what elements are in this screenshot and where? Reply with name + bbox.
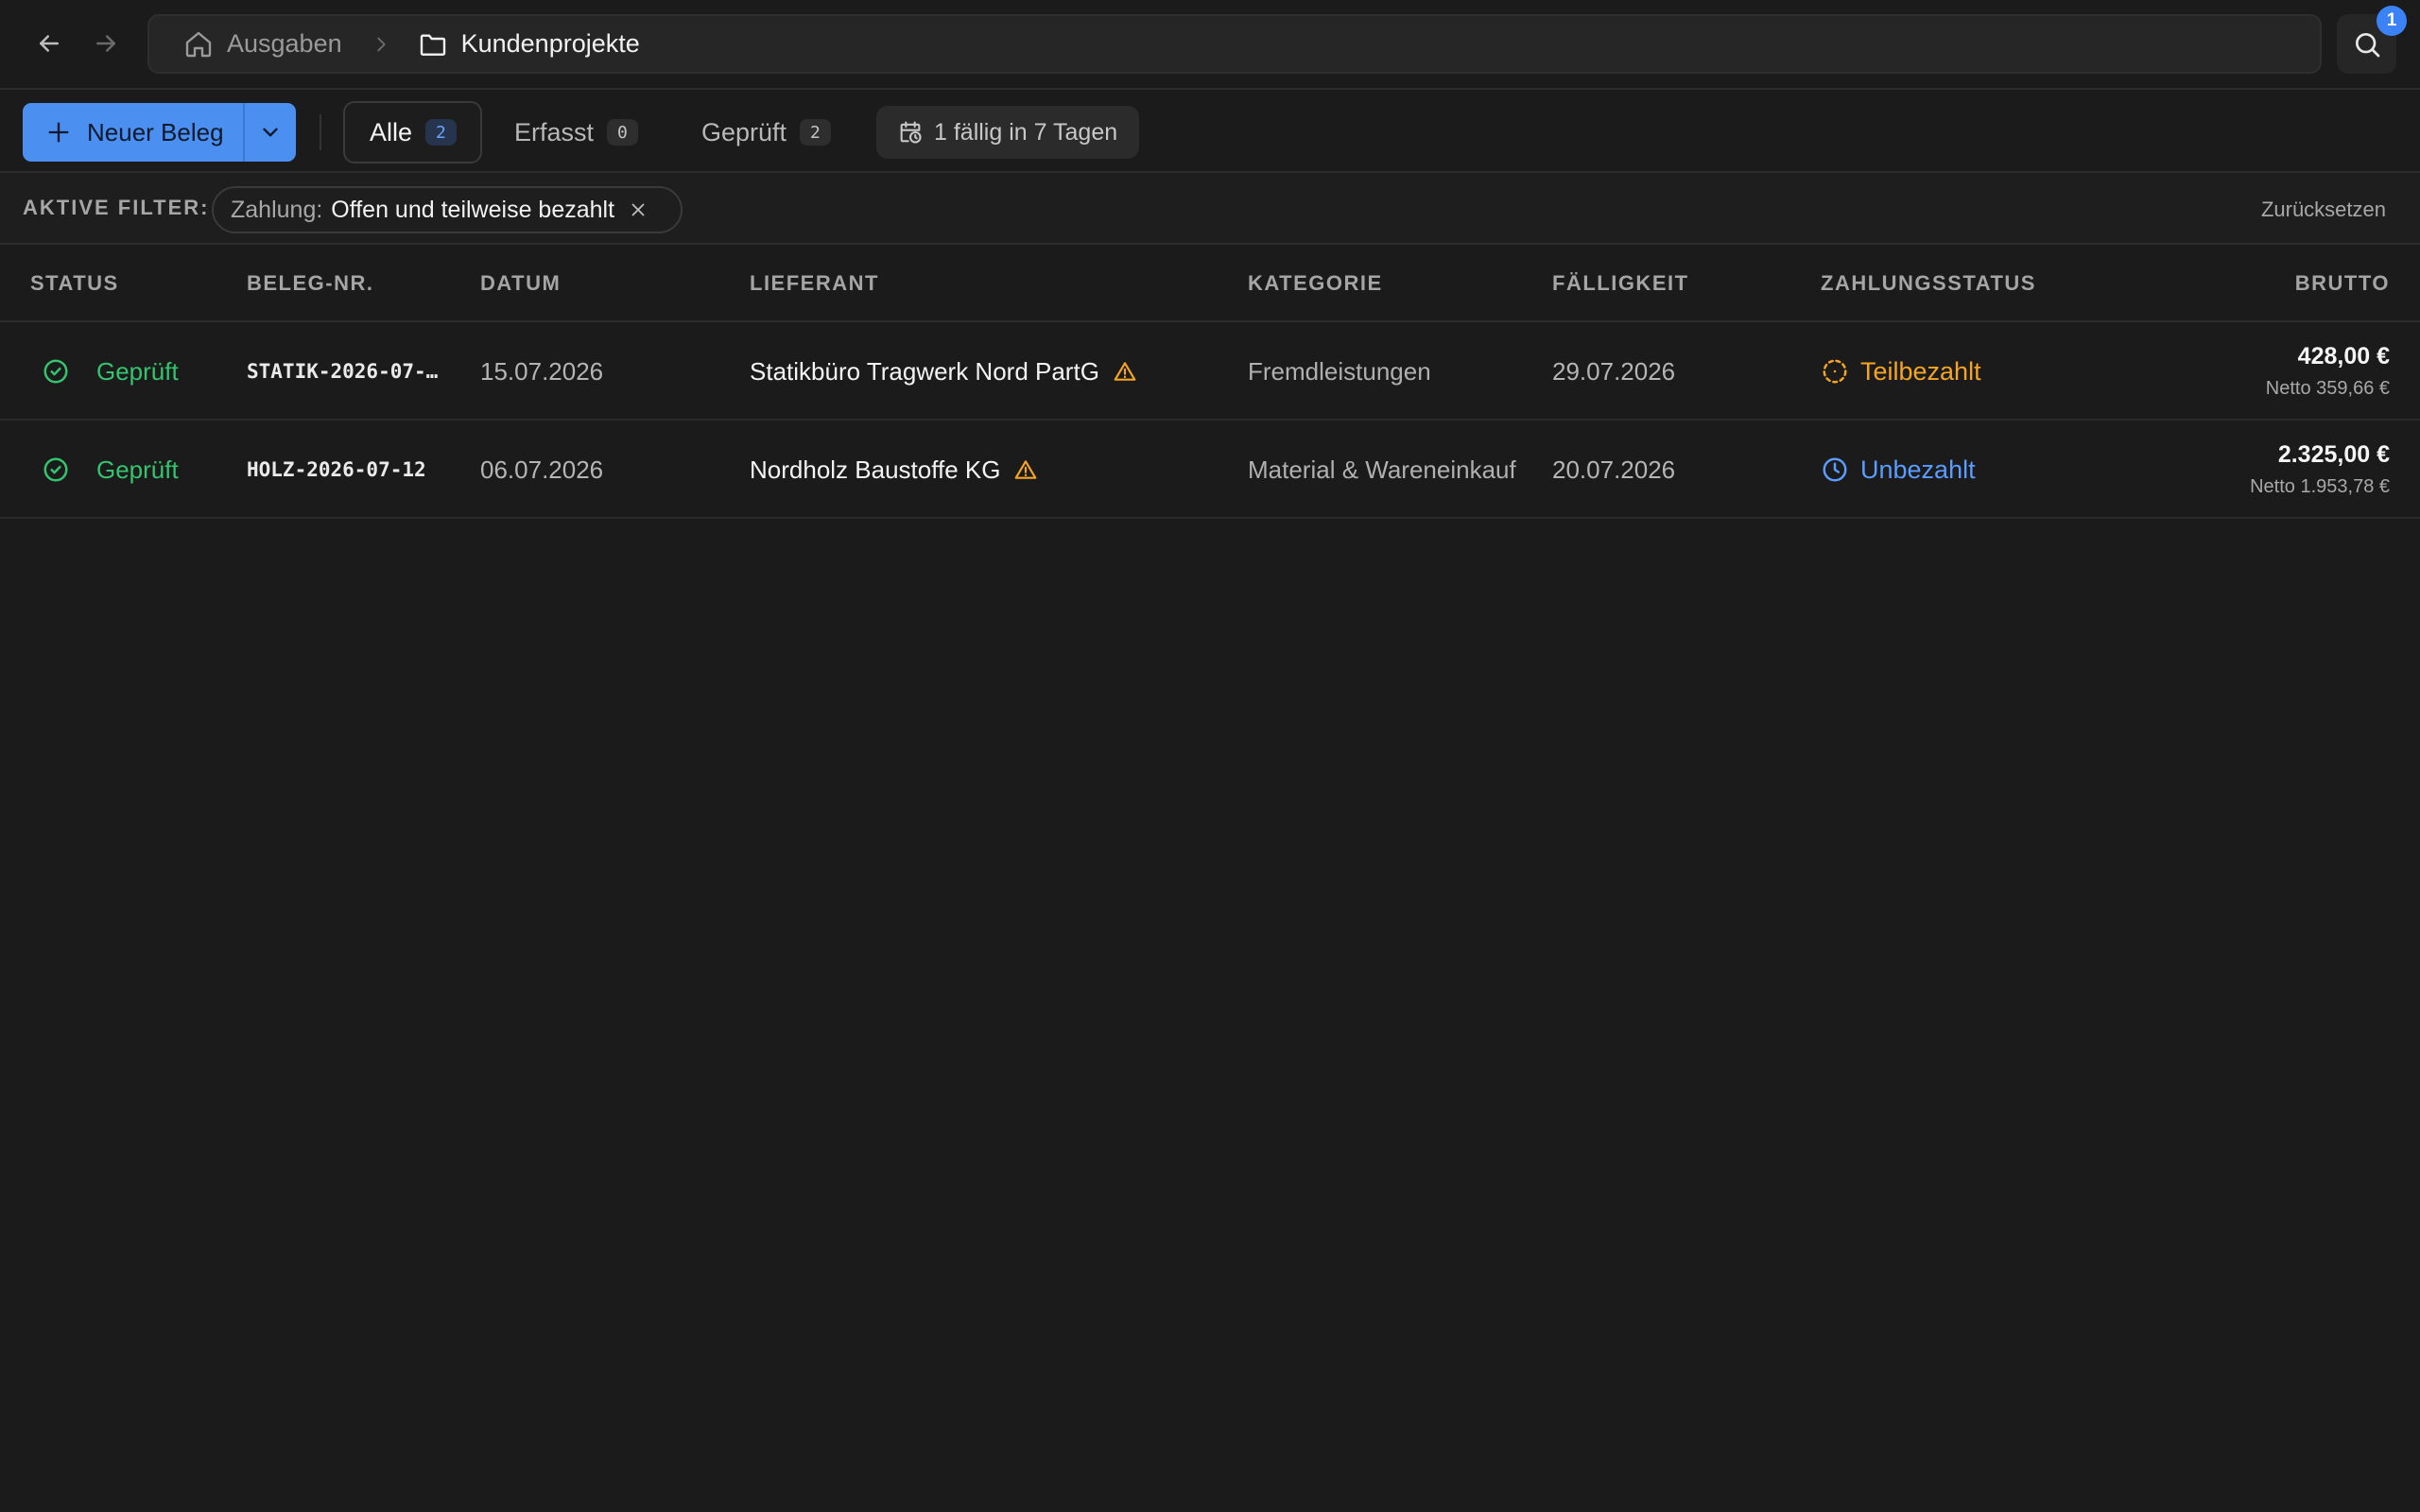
active-filters-bar: AKTIVE FILTER: Zahlung: Offen und teilwe… (0, 173, 2420, 245)
arrow-right-icon (96, 35, 115, 52)
zahlungsstatus-label: Unbezahlt (1860, 455, 1976, 484)
zahlungsstatus-cell: Teilbezahlt (1821, 322, 1981, 421)
back-button[interactable] (26, 21, 72, 66)
datum-cell: 06.07.2026 (480, 455, 604, 484)
netto-amount: Netto 1.953,78 € (2250, 476, 2390, 497)
toolbar: Neuer Beleg Alle 2 Erfasst 0 Geprüft 2 1… (0, 90, 2420, 173)
beleg-nr-cell: HOLZ-2026-07-12 (247, 458, 426, 481)
column-header-kategorie[interactable]: KATEGORIE (1248, 271, 1383, 296)
column-header-zahlungsstatus[interactable]: ZAHLUNGSSTATUS (1821, 271, 2036, 296)
active-filters-label: AKTIVE FILTER: (23, 196, 210, 219)
warning-triangle-icon (1015, 460, 1037, 479)
column-header-brutto[interactable]: BRUTTO (2295, 271, 2390, 296)
close-icon[interactable] (628, 199, 648, 220)
due-soon-label: 1 fällig in 7 Tagen (934, 118, 1118, 146)
status-cell: Geprüft (42, 322, 179, 421)
home-icon (185, 31, 212, 57)
column-header-status[interactable]: STATUS (30, 271, 119, 296)
brutto-amount: 2.325,00 € (2277, 441, 2390, 468)
tab-label: Alle (370, 117, 413, 146)
breadcrumb-separator (371, 34, 391, 55)
new-receipt-label: Neuer Beleg (87, 117, 224, 146)
beleg-nr-cell: STATIK-2026-07-… (247, 360, 439, 383)
lieferant-name: Statikbüro Tragwerk Nord PartG (750, 356, 1099, 386)
kategorie-cell: Material & Wareneinkauf (1248, 455, 1516, 484)
filter-value: Offen und teilweise bezahlt (331, 196, 615, 223)
dashed-circle-icon (1823, 359, 1847, 384)
due-soon-filter-chip[interactable]: 1 fällig in 7 Tagen (876, 106, 1139, 159)
plus-icon (48, 122, 69, 143)
tab-count: 2 (800, 119, 831, 146)
check-circle-icon (43, 359, 68, 384)
column-header-datum[interactable]: DATUM (480, 271, 561, 296)
breadcrumb-home-label: Ausgaben (227, 29, 342, 58)
payment-filter-chip[interactable]: Zahlung: Offen und teilweise bezahlt (212, 186, 683, 233)
brutto-cell: 2.325,00 € Netto 1.953,78 € (2250, 421, 2390, 519)
lieferant-name: Nordholz Baustoffe KG (750, 455, 1001, 484)
status-label: Geprüft (96, 356, 179, 386)
clock-icon (1823, 457, 1847, 482)
column-header-beleg-nr[interactable]: BELEG-NR. (247, 271, 374, 296)
breadcrumb-current[interactable]: Kundenprojekte (418, 29, 640, 60)
zahlungsstatus-cell: Unbezahlt (1821, 421, 1976, 519)
new-receipt-dropdown-button[interactable] (243, 103, 296, 162)
brutto-cell: 428,00 € Netto 359,66 € (2266, 322, 2390, 421)
faelligkeit-cell: 29.07.2026 (1552, 356, 1676, 386)
table-row[interactable]: Geprüft STATIK-2026-07-… 15.07.2026 Stat… (0, 322, 2420, 421)
top-bar: Ausgaben Kundenprojekte 1 (0, 0, 2420, 90)
kategorie-cell: Fremdleistungen (1248, 356, 1431, 386)
warning-triangle-icon (1114, 362, 1136, 381)
column-header-lieferant[interactable]: LIEFERANT (750, 271, 879, 296)
filter-key: Zahlung: (231, 196, 323, 223)
status-cell: Geprüft (42, 421, 179, 519)
table-header: STATUS BELEG-NR. DATUM LIEFERANT KATEGOR… (0, 245, 2420, 322)
forward-button[interactable] (83, 21, 129, 66)
tab-label: Geprüft (701, 117, 787, 146)
faelligkeit-cell: 20.07.2026 (1552, 455, 1676, 484)
tab-geprueft[interactable]: Geprüft 2 (701, 101, 831, 163)
breadcrumb-current-label: Kundenprojekte (460, 29, 640, 58)
folder-icon (420, 33, 445, 56)
tab-label: Erfasst (514, 117, 595, 146)
chevron-right-icon (376, 37, 386, 51)
check-circle-icon (43, 457, 68, 482)
breadcrumb-home[interactable]: Ausgaben (183, 29, 342, 60)
zahlungsstatus-label: Teilbezahlt (1860, 356, 1981, 386)
datum-cell: 15.07.2026 (480, 356, 604, 386)
arrow-left-icon (40, 35, 59, 52)
chevron-down-icon (263, 128, 278, 137)
lieferant-cell: Statikbüro Tragwerk Nord PartG (750, 322, 1137, 421)
table-row[interactable]: Geprüft HOLZ-2026-07-12 06.07.2026 Nordh… (0, 421, 2420, 519)
tab-count: 2 (425, 119, 457, 146)
new-receipt-split-button: Neuer Beleg (23, 103, 296, 162)
lieferant-cell: Nordholz Baustoffe KG (750, 421, 1038, 519)
tab-erfasst[interactable]: Erfasst 0 (514, 101, 638, 163)
calendar-clock-icon (900, 121, 922, 144)
new-receipt-button[interactable]: Neuer Beleg (23, 103, 243, 162)
column-header-faelligkeit[interactable]: FÄLLIGKEIT (1552, 271, 1689, 296)
search-badge: 1 (2377, 6, 2407, 36)
tab-alle[interactable]: Alle 2 (343, 101, 482, 163)
tab-count: 0 (607, 119, 638, 146)
reset-filters-link[interactable]: Zurücksetzen (2261, 198, 2386, 222)
search-icon (2355, 32, 2379, 57)
netto-amount: Netto 359,66 € (2265, 378, 2390, 399)
address-bar[interactable]: Ausgaben Kundenprojekte (147, 14, 2322, 74)
status-label: Geprüft (96, 455, 179, 484)
brutto-amount: 428,00 € (2297, 343, 2390, 369)
toolbar-divider (320, 114, 321, 150)
